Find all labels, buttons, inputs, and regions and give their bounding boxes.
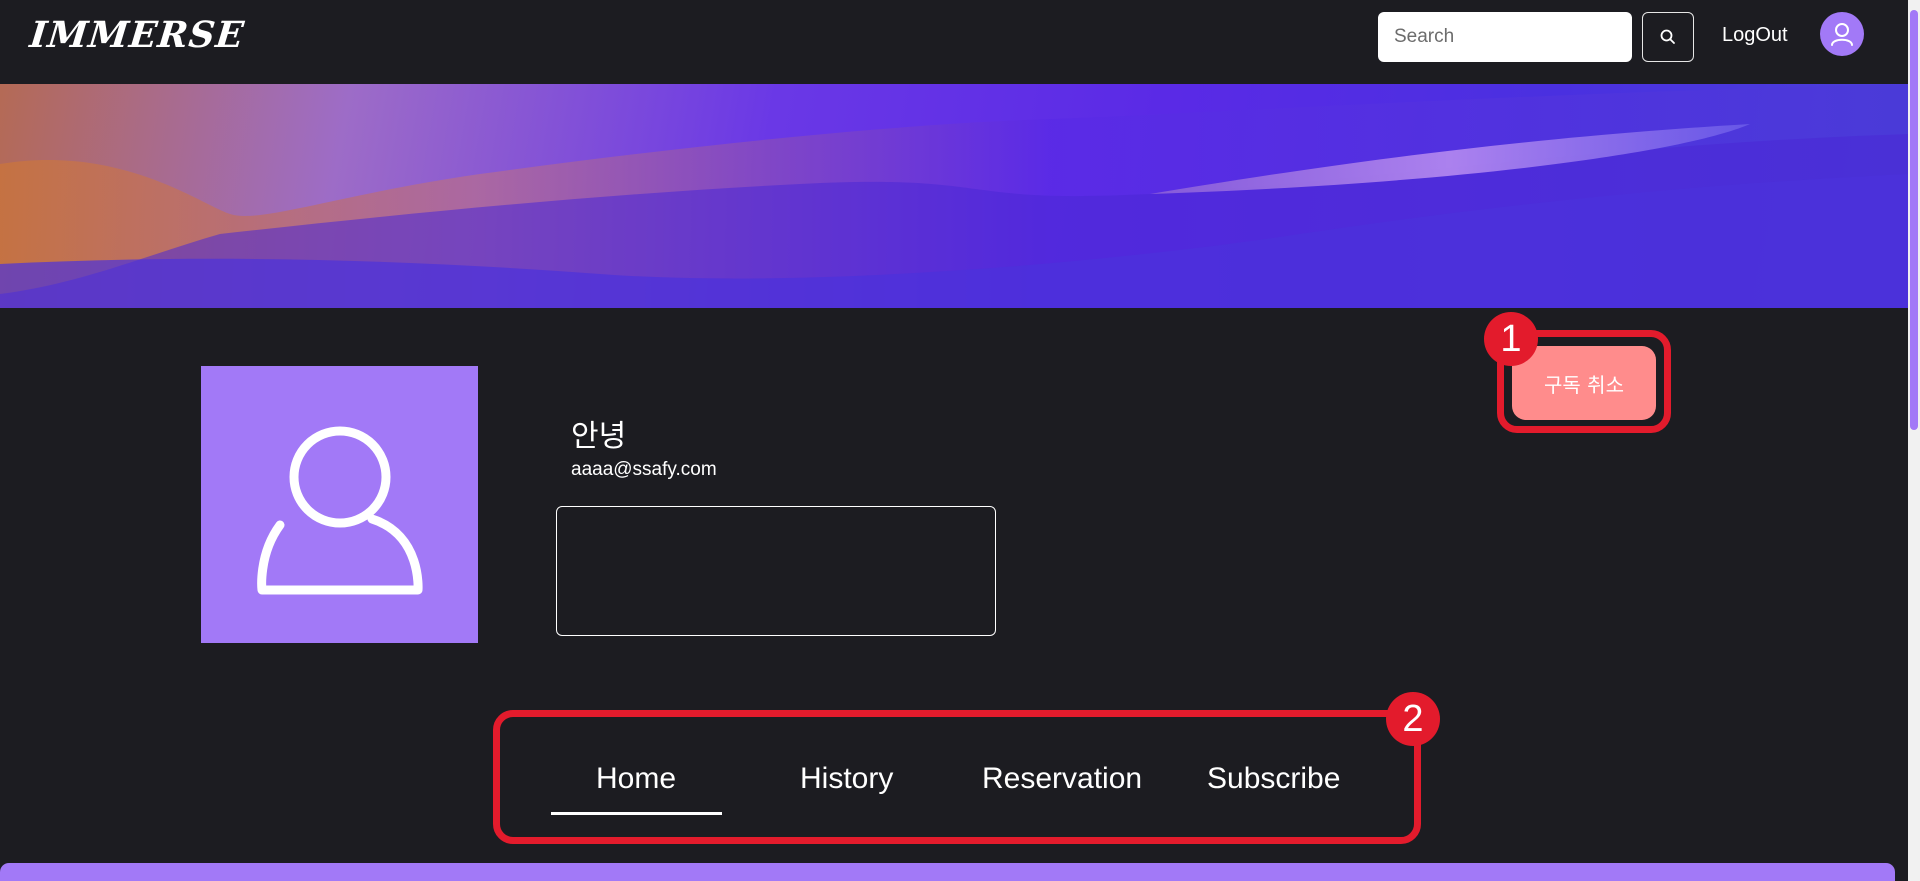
bottom-content-bar xyxy=(0,863,1895,881)
top-navbar: IMMERSE LogOut xyxy=(0,0,1908,84)
profile-bio-box[interactable] xyxy=(556,506,996,636)
app-logo[interactable]: IMMERSE xyxy=(28,14,247,56)
profile-email: aaaa@ssafy.com xyxy=(571,459,717,480)
logout-link[interactable]: LogOut xyxy=(1722,24,1788,47)
annotation-marker-1: 1 xyxy=(1484,312,1538,366)
search-icon xyxy=(1660,29,1675,44)
user-icon xyxy=(1831,23,1853,46)
profile-name: 안녕 xyxy=(571,419,627,454)
profile-picture[interactable] xyxy=(201,366,478,643)
scrollbar-thumb[interactable] xyxy=(1910,10,1918,430)
annotation-marker-2: 2 xyxy=(1386,692,1440,746)
search-field[interactable] xyxy=(1378,12,1632,62)
search-input[interactable] xyxy=(1378,12,1632,62)
page-scrollbar[interactable] xyxy=(1908,0,1920,881)
search-button[interactable] xyxy=(1642,12,1694,62)
profile-banner xyxy=(0,84,1908,308)
annotation-box-2 xyxy=(493,710,1421,844)
nav-avatar[interactable] xyxy=(1820,12,1864,56)
user-icon xyxy=(256,426,423,594)
